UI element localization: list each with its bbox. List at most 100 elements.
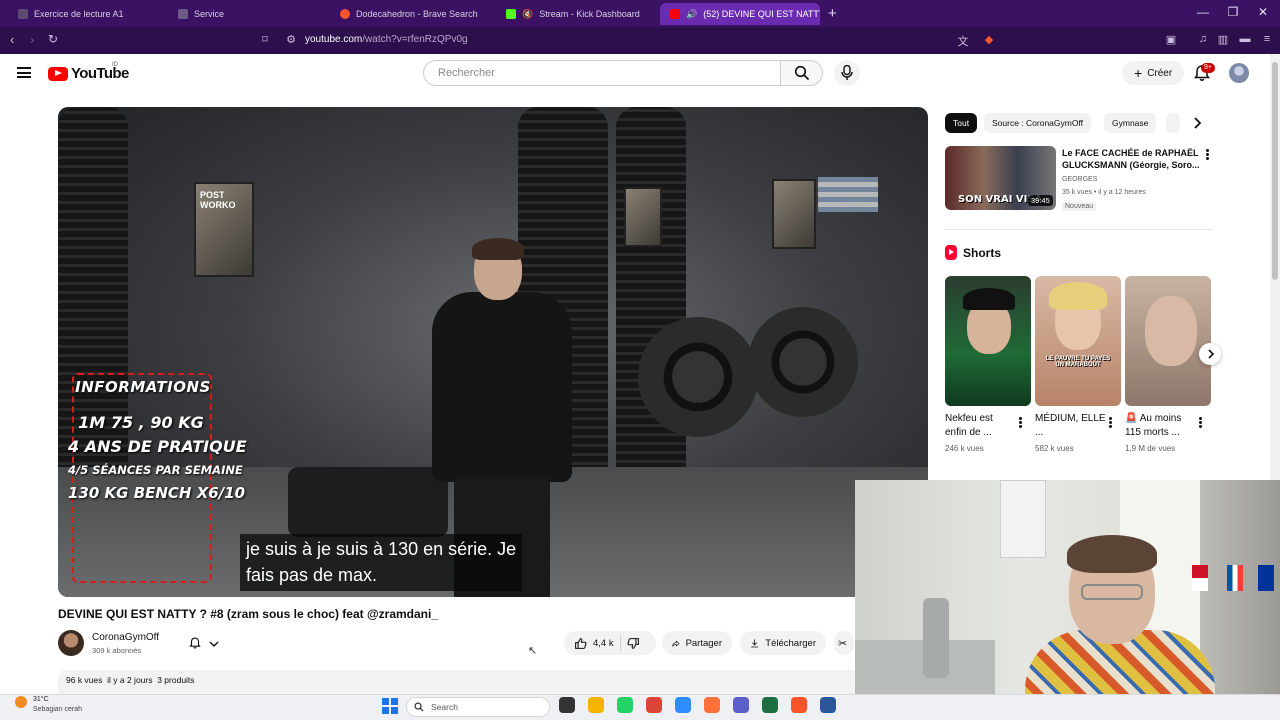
chrome-icon[interactable] (646, 697, 662, 713)
muted-speaker-icon: 🔇 (522, 8, 534, 19)
brave-icon (340, 9, 350, 19)
subtitle-line: fais pas de max. (246, 565, 378, 585)
bookmark-icon[interactable]: ⌑ (258, 33, 272, 47)
products-link[interactable]: 3 produits (157, 675, 194, 685)
more-actions-button[interactable]: ✂ (834, 631, 854, 655)
more-options-icon[interactable] (1108, 416, 1112, 430)
webcam-person-hair (1067, 535, 1157, 573)
like-count[interactable]: 4,4 k (593, 638, 614, 649)
scrollbar-thumb[interactable] (1272, 62, 1278, 280)
download-icon (751, 638, 759, 647)
info-line-experience: 4 ANS DE PRATIQUE (68, 437, 247, 456)
video-player[interactable]: POST WORKO INFORMATIONS 1M 75 , 90 KG 4 … (58, 107, 928, 597)
wallet-icon[interactable]: ▬ (1238, 33, 1252, 47)
forward-icon[interactable]: › (30, 32, 34, 47)
weather-icon[interactable] (15, 696, 27, 708)
short-thumbnail[interactable] (945, 276, 1031, 406)
info-line-height-weight: 1M 75 , 90 KG (78, 413, 204, 432)
speaker-icon: 🔊 (686, 8, 698, 19)
tab-brave-search[interactable]: Dodecahedron - Brave Search (330, 3, 494, 25)
more-options-icon[interactable] (1198, 416, 1202, 430)
download-label: Télécharger (765, 637, 816, 649)
thumbs-up-icon[interactable] (574, 637, 587, 650)
subscription-bell-button[interactable] (180, 632, 228, 654)
url-domain: youtube.com (305, 34, 363, 45)
back-icon[interactable]: ‹ (10, 32, 14, 47)
video-title: DEVINE QUI EST NATTY ? #8 (zram sous le … (58, 607, 439, 621)
brave-icon[interactable] (791, 697, 807, 713)
word-icon[interactable] (820, 697, 836, 713)
short-title[interactable]: MÉDIUM, ELLE ... (1035, 412, 1107, 440)
site-info-icon[interactable]: ⚙ (284, 33, 298, 47)
info-heading: INFORMATIONS (75, 378, 211, 396)
share-button[interactable]: Partager (662, 631, 732, 655)
more-options-icon[interactable] (1018, 416, 1022, 430)
create-button[interactable]: + Créer (1122, 61, 1185, 85)
subtitle-line: je suis à je suis à 130 en série. Je (246, 539, 517, 559)
excel-icon[interactable] (762, 697, 778, 713)
close-window-icon[interactable]: ✕ (1253, 5, 1273, 19)
task-view-icon[interactable] (559, 697, 575, 713)
more-options-icon[interactable] (1205, 148, 1209, 162)
short-thumbnail[interactable] (1125, 276, 1211, 406)
search-icon (414, 702, 424, 712)
file-explorer-icon[interactable] (588, 697, 604, 713)
url-path: /watch?v=rfenRzQPv0g (362, 34, 468, 45)
minimize-icon[interactable]: — (1193, 5, 1213, 19)
firefox-icon[interactable] (704, 697, 720, 713)
shorts-next-button[interactable] (1199, 343, 1221, 365)
split-view-icon[interactable]: ▥ (1216, 33, 1230, 47)
tab-kick-dashboard[interactable]: 🔇 Stream - Kick Dashboard (496, 3, 660, 25)
thumbs-down-icon[interactable] (627, 637, 640, 650)
new-tab-icon[interactable]: + (828, 5, 837, 22)
weather-description[interactable]: Sebagian cerah (33, 706, 82, 713)
translate-icon[interactable]: 文 (956, 33, 970, 48)
reload-icon[interactable]: ↻ (48, 32, 58, 46)
taskbar-search-label: Search (431, 702, 458, 712)
short-title[interactable]: 🚨 Au moins 115 morts ... (1125, 412, 1197, 440)
restore-icon[interactable]: ❐ (1223, 5, 1243, 19)
taskbar-search-field[interactable]: Search (406, 697, 550, 717)
url-field[interactable]: youtube.com/watch?v=rfenRzQPv0g (305, 34, 468, 45)
chip-all[interactable]: Tout (945, 113, 978, 133)
zoom-icon[interactable] (675, 697, 691, 713)
recommendation-title[interactable]: Le FACE CACHÉE de RAPHAËL GLUCKSMANN (Gé… (1062, 147, 1202, 171)
hamburger-menu-icon[interactable] (17, 67, 31, 78)
short-thumbnail[interactable]: LE PAUVRE TU PAYES UN MARABOUT (1035, 276, 1121, 406)
webcam-wall-device (1000, 480, 1046, 558)
tab-youtube-video[interactable]: 🔊 (52) DEVINE QUI EST NATTY ? × (660, 3, 820, 25)
flag-icon (1258, 565, 1274, 591)
shorts-header: Shorts (945, 245, 1001, 260)
tab-service[interactable]: Service (168, 3, 328, 25)
search-input[interactable]: Rechercher (423, 60, 781, 86)
chip-gymnase[interactable]: Gymnase (1104, 113, 1157, 133)
browser-menu-icon[interactable]: ≡ (1260, 33, 1274, 47)
media-icon[interactable]: ♫ (1196, 33, 1210, 47)
brave-shields-icon[interactable]: ◆ (982, 33, 996, 47)
info-card-overlay (72, 373, 212, 583)
tab-exercice-de-lecture[interactable]: Exercice de lecture A1 (8, 3, 168, 25)
upload-date: il y a 2 jours (107, 675, 153, 685)
teams-icon[interactable] (733, 697, 749, 713)
whatsapp-icon[interactable] (617, 697, 633, 713)
section-divider (945, 229, 1213, 230)
short-title[interactable]: Nekfeu est enfin de ... (945, 412, 1017, 440)
account-avatar[interactable] (1229, 63, 1249, 83)
voice-search-button[interactable] (834, 60, 860, 86)
tab-label: Dodecahedron - Brave Search (356, 9, 478, 19)
recommendation-channel[interactable]: GEORGES (1062, 176, 1097, 183)
search-button[interactable] (781, 60, 823, 86)
weather-temperature[interactable]: 31°C (33, 696, 49, 703)
channel-name[interactable]: CoronaGymOff (92, 632, 159, 643)
windows-start-icon[interactable] (382, 698, 398, 714)
notification-badge: 9+ (1201, 63, 1215, 73)
chevron-right-icon[interactable] (1188, 114, 1206, 132)
download-button[interactable]: Télécharger (740, 631, 826, 655)
channel-avatar[interactable] (58, 630, 84, 656)
like-divider (619, 635, 621, 651)
short-cap (963, 288, 1015, 310)
chip-source-channel[interactable]: Source : CoronaGymOff (984, 113, 1092, 133)
chip-partial[interactable] (1166, 113, 1180, 133)
sidebar-toggle-icon[interactable]: ▣ (1164, 33, 1178, 47)
hair (472, 238, 524, 260)
